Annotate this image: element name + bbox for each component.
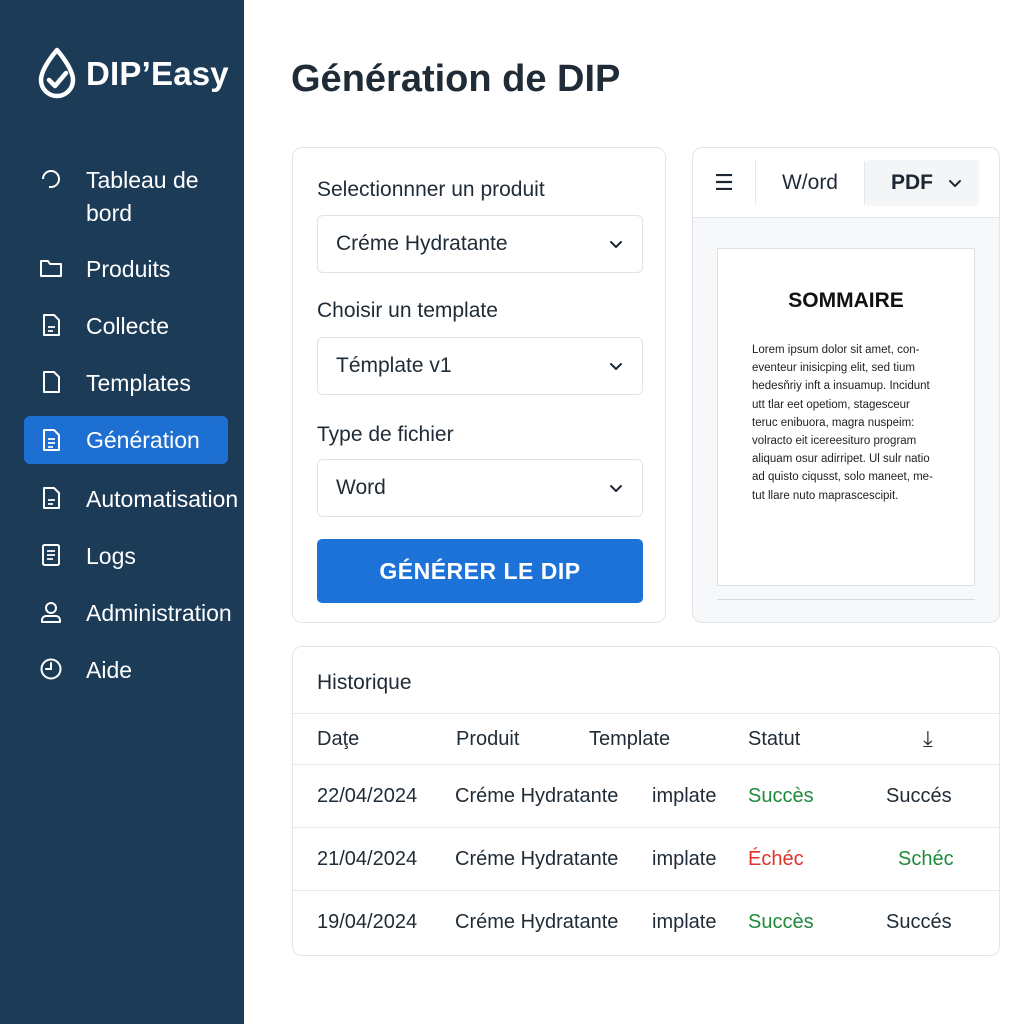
document-line: ad quisto ciqusst, solo maneet, me-	[752, 471, 933, 484]
column-header-template[interactable]: Template	[589, 728, 670, 751]
page-title: Génération de DIP	[291, 58, 621, 100]
sidebar-item-label: Tableau de bord	[86, 167, 199, 226]
sidebar-item-label: Automatisation	[86, 486, 239, 512]
product-select-value: Créme Hydratante	[336, 232, 508, 255]
word-format-button[interactable]: W/ord	[756, 171, 864, 195]
document-line: volracto eit icereesituro program	[752, 435, 917, 448]
sidebar: DIP’Easy Tableau de bord Produits Collect…	[0, 0, 244, 1024]
pdf-format-label: PDF	[891, 170, 933, 194]
product-select[interactable]: Créme Hydratante	[317, 215, 643, 273]
sidebar-item-produits[interactable]: Produits	[24, 253, 228, 286]
row-date: 19/04/2024	[317, 911, 418, 933]
row-template: implate	[652, 911, 717, 933]
row-template: implate	[652, 785, 717, 807]
product-label: Selectionnner un produit	[317, 178, 545, 201]
sidebar-item-label: Aide	[86, 657, 133, 683]
sidebar-item-label: Templates	[86, 370, 191, 396]
document-line: hedesňriy inft a insuamup. Incidunt	[752, 380, 930, 393]
download-icon[interactable]: ⤓	[923, 726, 933, 752]
filetype-select[interactable]: Word	[317, 459, 643, 517]
menu-icon[interactable]: ☰	[693, 170, 755, 196]
sidebar-item-label: Génération	[86, 426, 200, 453]
log-icon	[42, 544, 60, 566]
chevron-down-icon	[610, 485, 622, 492]
table-row[interactable]: 19/04/2024 Créme Hydratante implate Succ…	[293, 891, 999, 954]
sidebar-item-aide[interactable]: Aide	[24, 654, 228, 687]
preview-divider	[717, 599, 975, 600]
sidebar-item-label: Produits	[86, 256, 171, 282]
filetype-select-value: Word	[336, 476, 386, 499]
preview-toolbar: ☰ W/ord PDF	[693, 148, 999, 218]
document-preview: ☰ W/ord PDF SOMMAIRE Lorem ipsum dolor s…	[692, 147, 1000, 623]
sidebar-item-administration[interactable]: Administration	[24, 597, 232, 630]
row-product: Créme Hydratante	[455, 785, 619, 807]
sidebar-item-label: Administration	[86, 600, 232, 626]
dashboard-icon	[42, 170, 60, 188]
document-line: utt tlar eet opetiom, stagesceur	[752, 398, 910, 411]
folder-icon	[40, 260, 62, 277]
row-product: Créme Hydratante	[455, 911, 619, 933]
chevron-down-icon	[610, 241, 622, 248]
generate-dip-button[interactable]: GÉNÉRER LE DIP	[317, 539, 643, 603]
row-product: Créme Hydratante	[455, 848, 619, 870]
table-row[interactable]: 22/04/2024 Créme Hydratante implate Succ…	[293, 765, 999, 828]
sidebar-item-label: Logs	[86, 543, 136, 569]
sidebar-item-logs[interactable]: Logs	[24, 540, 228, 573]
app-logo[interactable]: DIP’Easy	[36, 46, 229, 102]
document-line: tut llare nuto maprascescipit.	[752, 489, 899, 502]
document-body: Lorem ipsum dolor sit amet, con- eventeu…	[752, 341, 952, 505]
column-header-statut[interactable]: Statut	[748, 728, 800, 751]
table-row[interactable]: 21/04/2024 Créme Hydratante implate Éché…	[293, 828, 999, 891]
sidebar-item-collecte[interactable]: Collecte	[24, 310, 228, 343]
history-panel: Historique Daţe Produit Template Statut …	[292, 646, 1000, 956]
sidebar-item-label: Collecte	[86, 313, 170, 339]
template-label: Choisir un template	[317, 299, 498, 322]
sidebar-item-templates[interactable]: Templates	[24, 367, 228, 400]
column-header-produit[interactable]: Produit	[456, 728, 519, 751]
history-title: Historique	[317, 671, 412, 694]
document-icon	[43, 314, 60, 336]
document-line: aliquam osur adirripet. Ul sulr natio	[752, 453, 930, 466]
row-template: implate	[652, 848, 717, 870]
document-line: Lorem ipsum dolor sit amet, con-	[752, 344, 920, 356]
history-table-header: Daţe Produit Template Statut ⤓	[293, 713, 999, 765]
row-status: Succès	[748, 911, 814, 933]
sidebar-item-automatisation[interactable]: Automatisation	[24, 483, 238, 516]
filetype-label: Type de fichier	[317, 423, 454, 446]
document-line: teruc enibuora, magra nuspeim:	[752, 416, 915, 429]
file-icon	[43, 371, 60, 393]
document-icon	[43, 487, 60, 509]
generation-form: Selectionnner un produit Créme Hydratant…	[292, 147, 666, 623]
sidebar-item-generation[interactable]: Génération	[24, 416, 228, 464]
column-header-date[interactable]: Daţe	[317, 728, 359, 751]
chevron-down-icon	[949, 179, 961, 187]
user-icon	[41, 602, 61, 623]
row-result: Succés	[886, 911, 952, 933]
chevron-down-icon	[610, 363, 622, 370]
sidebar-item-tableau-de-bord[interactable]: Tableau de bord	[24, 164, 228, 230]
document-title: SOMMAIRE	[788, 289, 904, 312]
row-date: 22/04/2024	[317, 785, 418, 807]
row-status: Échéc	[748, 848, 804, 870]
row-status: Succès	[748, 785, 814, 807]
row-result: Succés	[886, 785, 952, 807]
row-result: Schéc	[898, 848, 954, 870]
row-date: 21/04/2024	[317, 848, 418, 870]
drop-logo-icon	[38, 47, 76, 99]
template-select-value: Témplate v1	[336, 354, 452, 377]
document-line: eventeur inisicping elit, sed tium	[752, 362, 915, 375]
clock-icon	[40, 658, 62, 680]
app-name: DIP’Easy	[86, 55, 229, 92]
document-page: SOMMAIRE Lorem ipsum dolor sit amet, con…	[717, 248, 975, 586]
pdf-format-dropdown[interactable]: PDF	[865, 159, 979, 206]
document-icon	[43, 429, 60, 451]
template-select[interactable]: Témplate v1	[317, 337, 643, 395]
